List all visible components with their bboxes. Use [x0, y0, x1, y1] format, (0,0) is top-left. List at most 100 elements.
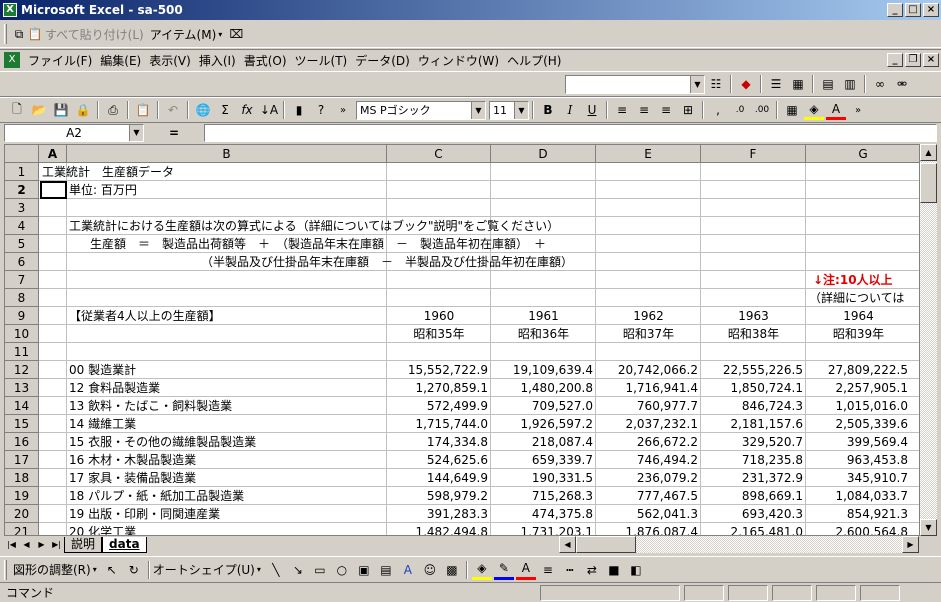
formula-input[interactable]	[204, 124, 937, 142]
rotate-icon[interactable]: ↻	[124, 560, 144, 580]
industry-label[interactable]: 12 食料品製造業	[69, 379, 160, 397]
value-cell[interactable]: 1,850,724.1	[701, 379, 806, 397]
value-cell[interactable]: 846,724.3	[701, 397, 806, 415]
paste-icon[interactable]: 📋	[133, 100, 153, 120]
row-header[interactable]: 9	[5, 307, 39, 325]
value-cell[interactable]: 1,716,941.4	[596, 379, 701, 397]
col-header-f[interactable]: F	[701, 145, 806, 163]
oval-icon[interactable]: ○	[332, 560, 352, 580]
value-cell[interactable]: 760,977.7	[596, 397, 701, 415]
value-cell[interactable]: 709,527.0	[491, 397, 596, 415]
help-icon[interactable]: ?	[311, 100, 331, 120]
cell-b5[interactable]: 生産額 ＝ 製造品出荷額等 ＋ （製造品年末在庫額 － 製造品年初在庫額） ＋	[90, 235, 546, 253]
properties-icon[interactable]: ☷	[706, 74, 726, 94]
increase-decimal-icon[interactable]: .0	[730, 100, 750, 120]
select-pointer-icon[interactable]: ↖	[102, 560, 122, 580]
print-icon[interactable]: ⎙	[103, 100, 123, 120]
value-cell[interactable]: 718,235.8	[701, 451, 806, 469]
menu-help[interactable]: ヘルプ(H)	[503, 52, 565, 69]
col-header-c[interactable]: C	[387, 145, 491, 163]
dash-style-icon[interactable]: ┅	[560, 560, 580, 580]
line-color-icon[interactable]: ✎	[493, 560, 514, 580]
bold-icon[interactable]: B	[538, 100, 558, 120]
shadow-icon[interactable]: ■	[604, 560, 624, 580]
grid-icon[interactable]: ▦	[788, 74, 808, 94]
row-header[interactable]: 15	[5, 415, 39, 433]
era-cell[interactable]: 昭和36年	[491, 325, 596, 343]
value-cell[interactable]: 218,087.4	[491, 433, 596, 451]
col-header-g[interactable]: G	[806, 145, 919, 163]
arrow-style-icon[interactable]: ⇄	[582, 560, 602, 580]
value-cell[interactable]: 20,742,066.2	[596, 361, 701, 379]
era-cell[interactable]: 昭和38年	[701, 325, 806, 343]
industry-label[interactable]: 16 木材・木製品製造業	[69, 451, 196, 469]
sheet-tab-data[interactable]: data	[102, 536, 147, 553]
value-cell[interactable]: 391,283.3	[387, 505, 491, 523]
menu-insert[interactable]: 挿入(I)	[195, 52, 240, 69]
wordart-icon[interactable]: A	[398, 560, 418, 580]
value-cell[interactable]: 2,165,481.0	[701, 523, 806, 535]
value-cell[interactable]: 524,625.6	[387, 451, 491, 469]
picture-icon[interactable]: ▩	[442, 560, 462, 580]
year-cell[interactable]: 1962	[596, 307, 701, 325]
merge-center-icon[interactable]: ⊞	[678, 100, 698, 120]
col-header-d[interactable]: D	[491, 145, 596, 163]
minimize-button[interactable]: _	[887, 3, 903, 17]
value-cell[interactable]: 572,499.9	[387, 397, 491, 415]
decrease-decimal-icon[interactable]: .00	[752, 100, 772, 120]
more-options-icon[interactable]: »	[848, 100, 868, 120]
list-icon[interactable]: ▤	[818, 74, 838, 94]
col-header-b[interactable]: B	[67, 145, 387, 163]
value-cell[interactable]: 266,672.2	[596, 433, 701, 451]
fill-color-icon[interactable]: ◈	[471, 560, 492, 580]
excel-app-icon[interactable]: X	[3, 3, 17, 17]
clipart-icon[interactable]: ☺	[420, 560, 440, 580]
last-sheet-icon[interactable]: ▶|	[49, 537, 64, 552]
empty-combo[interactable]: ▼	[565, 74, 705, 94]
value-cell[interactable]: 329,520.7	[701, 433, 806, 451]
borders-icon[interactable]: ▦	[782, 100, 802, 120]
value-cell[interactable]: 659,339.7	[491, 451, 596, 469]
menu-format[interactable]: 書式(O)	[240, 52, 291, 69]
toolbar-grip[interactable]	[4, 24, 7, 44]
first-sheet-icon[interactable]: |◀	[4, 537, 19, 552]
underline-icon[interactable]: U	[582, 100, 602, 120]
workbook-icon[interactable]: X	[4, 52, 20, 68]
chart-wizard-icon[interactable]: ▮	[289, 100, 309, 120]
arrow-icon[interactable]: ↘	[288, 560, 308, 580]
maximize-button[interactable]: □	[905, 3, 921, 17]
value-cell[interactable]: 963,453.8	[806, 451, 911, 469]
value-cell[interactable]: 898,669.1	[701, 487, 806, 505]
link-icon[interactable]: ∞	[870, 74, 890, 94]
row-header[interactable]: 21	[5, 523, 39, 535]
industry-label[interactable]: 14 繊維工業	[69, 415, 136, 433]
cell-b9[interactable]: 【従業者4人以上の生産額】	[69, 307, 221, 325]
year-cell[interactable]: 1964	[806, 307, 911, 325]
value-cell[interactable]: 1,270,859.1	[387, 379, 491, 397]
next-sheet-icon[interactable]: ▶	[34, 537, 49, 552]
select-all-corner[interactable]	[5, 145, 39, 163]
font-color-icon[interactable]: A	[515, 560, 536, 580]
prev-sheet-icon[interactable]: ◀	[19, 537, 34, 552]
menu-tools[interactable]: ツール(T)	[291, 52, 352, 69]
row-header[interactable]: 18	[5, 469, 39, 487]
menu-data[interactable]: データ(D)	[351, 52, 414, 69]
value-cell[interactable]: 1,084,033.7	[806, 487, 911, 505]
hyperlink-icon[interactable]: 🌐	[193, 100, 213, 120]
menu-edit[interactable]: 編集(E)	[96, 52, 145, 69]
more-options-icon[interactable]: »	[333, 100, 353, 120]
align-left-icon[interactable]: ≡	[612, 100, 632, 120]
col-header-e[interactable]: E	[596, 145, 701, 163]
value-cell[interactable]: 2,181,157.6	[701, 415, 806, 433]
3d-icon[interactable]: ◧	[626, 560, 646, 580]
era-cell[interactable]: 昭和37年	[596, 325, 701, 343]
comma-style-icon[interactable]: ,	[708, 100, 728, 120]
value-cell[interactable]: 2,257,905.1	[806, 379, 911, 397]
doc-restore-button[interactable]: ❐	[905, 53, 921, 67]
table-icon[interactable]: ☰	[766, 74, 786, 94]
autosum-icon[interactable]: Σ	[215, 100, 235, 120]
value-cell[interactable]: 236,079.2	[596, 469, 701, 487]
row-header[interactable]: 11	[5, 343, 39, 361]
vertical-scrollbar[interactable]: ▲ ▼	[920, 144, 937, 536]
row-header[interactable]: 13	[5, 379, 39, 397]
